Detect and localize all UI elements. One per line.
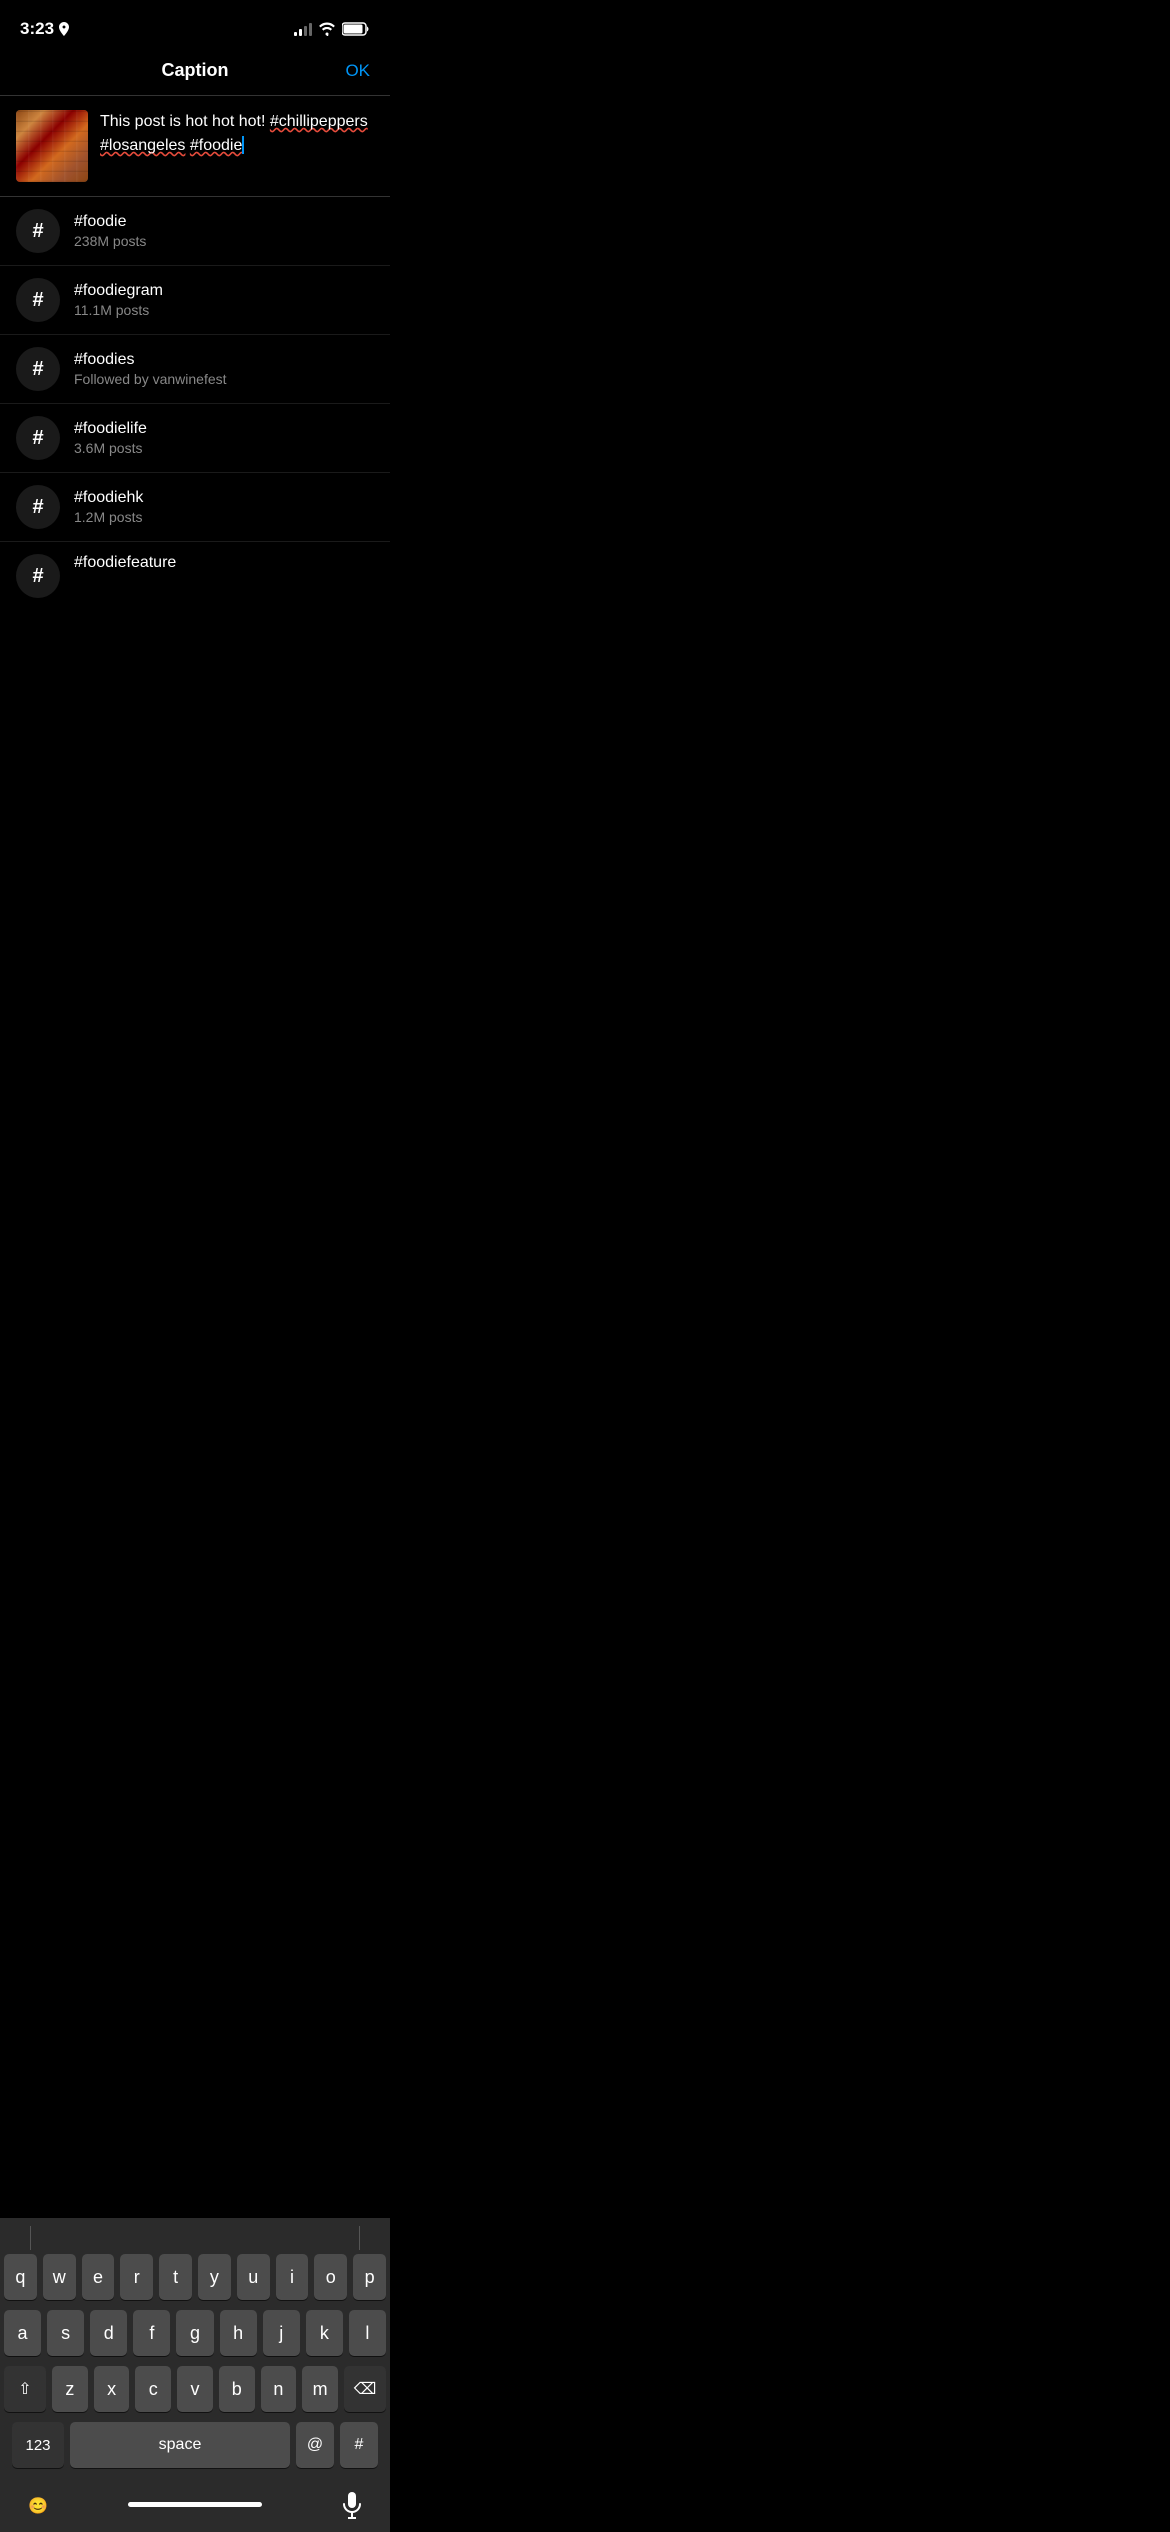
key-s[interactable]: s (47, 2310, 84, 2356)
suggestion-info-6: #foodiefeature (74, 554, 374, 574)
key-row-3: ⇧ z x c v b n m ⌫ (4, 2366, 386, 2412)
hashtag-icon-1: # (16, 209, 60, 253)
keyboard-rows: q w e r t y u i o p a s d f g h j k l ⇧ … (0, 2254, 390, 2468)
suggestion-name: #foodiefeature (74, 554, 374, 572)
key-f[interactable]: f (133, 2310, 170, 2356)
key-k[interactable]: k (306, 2310, 343, 2356)
suggestion-meta: 1.2M posts (74, 509, 374, 525)
key-n[interactable]: n (261, 2366, 297, 2412)
keyboard: q w e r t y u i o p a s d f g h j k l ⇧ … (0, 2218, 390, 2532)
hash-key[interactable]: # (340, 2422, 378, 2468)
key-v[interactable]: v (177, 2366, 213, 2412)
suggestion-name: #foodie (74, 213, 374, 231)
nav-header: Caption OK (0, 50, 390, 96)
suggestion-info-1: #foodie 238M posts (74, 213, 374, 249)
hashtag-icon-2: # (16, 278, 60, 322)
key-p[interactable]: p (353, 2254, 386, 2300)
suggestion-meta: 3.6M posts (74, 440, 374, 456)
key-h[interactable]: h (220, 2310, 257, 2356)
hashtag-icon-3: # (16, 347, 60, 391)
key-x[interactable]: x (94, 2366, 130, 2412)
keyboard-top-bar (0, 2218, 390, 2254)
suggestion-item[interactable]: # #foodies Followed by vanwinefest (0, 335, 390, 404)
status-time: 3:23 (20, 19, 70, 39)
key-y[interactable]: y (198, 2254, 231, 2300)
key-w[interactable]: w (43, 2254, 76, 2300)
key-b[interactable]: b (219, 2366, 255, 2412)
key-r[interactable]: r (120, 2254, 153, 2300)
key-g[interactable]: g (176, 2310, 213, 2356)
suggestion-item-partial[interactable]: # #foodiefeature (0, 542, 390, 610)
suggestion-item[interactable]: # #foodiehk 1.2M posts (0, 473, 390, 542)
key-a[interactable]: a (4, 2310, 41, 2356)
key-d[interactable]: d (90, 2310, 127, 2356)
hashtag-chillipeppers: #chillipeppers (270, 113, 368, 130)
space-key[interactable]: space (70, 2422, 290, 2468)
text-cursor (242, 136, 244, 154)
emoji-button[interactable]: 😊 (20, 2488, 56, 2524)
ok-button[interactable]: OK (330, 61, 370, 81)
key-t[interactable]: t (159, 2254, 192, 2300)
cursor-right (359, 2226, 360, 2250)
caption-area: This post is hot hot hot! #chillipeppers… (0, 96, 390, 197)
key-row-4: 123 space @ # (4, 2422, 386, 2468)
suggestion-name: #foodiehk (74, 489, 374, 507)
key-row-2: a s d f g h j k l (4, 2310, 386, 2356)
suggestion-info-4: #foodielife 3.6M posts (74, 420, 374, 456)
time-display: 3:23 (20, 19, 54, 39)
numbers-key[interactable]: 123 (12, 2422, 64, 2468)
suggestion-info-2: #foodiegram 11.1M posts (74, 282, 374, 318)
microphone-icon (340, 2492, 364, 2520)
shift-key[interactable]: ⇧ (4, 2366, 46, 2412)
key-m[interactable]: m (302, 2366, 338, 2412)
key-row-1: q w e r t y u i o p (4, 2254, 386, 2300)
key-e[interactable]: e (82, 2254, 115, 2300)
post-thumbnail (16, 110, 88, 182)
suggestions-list: # #foodie 238M posts # #foodiegram 11.1M… (0, 197, 390, 610)
key-u[interactable]: u (237, 2254, 270, 2300)
hashtag-icon-4: # (16, 416, 60, 460)
hashtag-foodie: #foodie (190, 137, 243, 154)
home-indicator (128, 2502, 262, 2507)
suggestion-info-3: #foodies Followed by vanwinefest (74, 351, 374, 387)
suggestion-meta: Followed by vanwinefest (74, 371, 374, 387)
battery-icon (342, 22, 370, 36)
location-icon (58, 22, 70, 36)
key-o[interactable]: o (314, 2254, 347, 2300)
suggestion-item[interactable]: # #foodie 238M posts (0, 197, 390, 266)
key-l[interactable]: l (349, 2310, 386, 2356)
page-title: Caption (60, 60, 330, 81)
hashtag-losangeles: #losangeles (100, 137, 185, 154)
hashtag-icon-5: # (16, 485, 60, 529)
suggestion-info-5: #foodiehk 1.2M posts (74, 489, 374, 525)
suggestion-item[interactable]: # #foodiegram 11.1M posts (0, 266, 390, 335)
hashtag-icon-6: # (16, 554, 60, 598)
key-j[interactable]: j (263, 2310, 300, 2356)
suggestion-item[interactable]: # #foodielife 3.6M posts (0, 404, 390, 473)
cursor-left (30, 2226, 31, 2250)
suggestion-name: #foodielife (74, 420, 374, 438)
suggestion-name: #foodiegram (74, 282, 374, 300)
keyboard-bottom-bar: 😊 (0, 2478, 390, 2532)
delete-key[interactable]: ⌫ (344, 2366, 386, 2412)
key-c[interactable]: c (135, 2366, 171, 2412)
key-z[interactable]: z (52, 2366, 88, 2412)
mic-button[interactable] (334, 2488, 370, 2524)
status-icons (294, 22, 370, 36)
key-i[interactable]: i (276, 2254, 309, 2300)
suggestion-meta: 238M posts (74, 233, 374, 249)
suggestion-name: #foodies (74, 351, 374, 369)
suggestion-meta: 11.1M posts (74, 302, 374, 318)
signal-icon (294, 22, 312, 36)
key-q[interactable]: q (4, 2254, 37, 2300)
wifi-icon (318, 22, 336, 36)
caption-input[interactable]: This post is hot hot hot! #chillipeppers… (100, 110, 374, 158)
at-key[interactable]: @ (296, 2422, 334, 2468)
status-bar: 3:23 (0, 0, 390, 50)
